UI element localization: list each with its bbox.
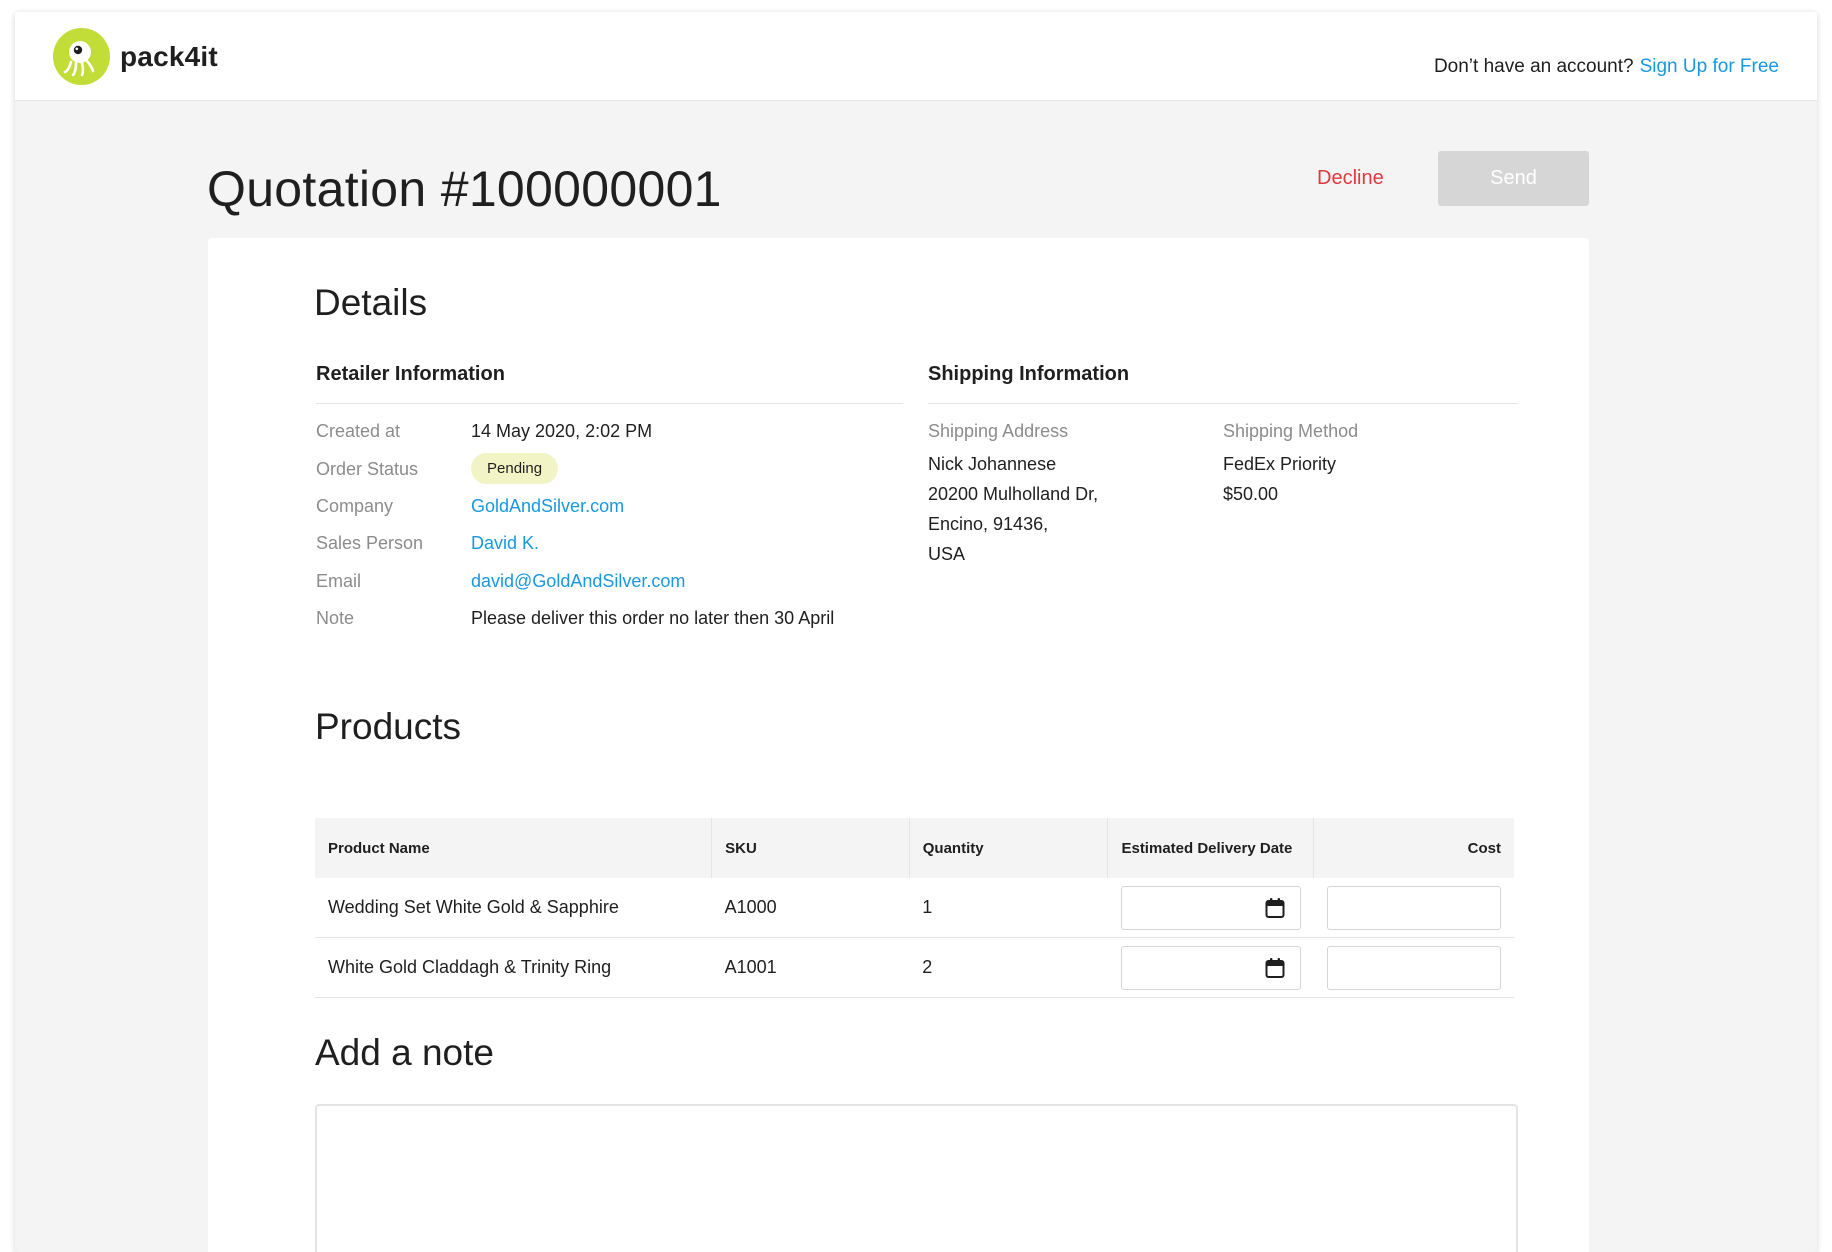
company-link[interactable]: GoldAndSilver.com	[471, 496, 624, 517]
send-button[interactable]: Send	[1438, 151, 1589, 206]
logo-text: pack4it	[120, 40, 218, 72]
table-row: Wedding Set White Gold & Sapphire A1000 …	[315, 878, 1514, 938]
table-header-row: Product Name SKU Quantity Estimated Deli…	[315, 818, 1514, 878]
shipping-method: FedEx Priority $50.00	[1223, 449, 1336, 509]
address-line: 20200 Mulholland Dr,	[928, 484, 1099, 504]
column-header-quantity: Quantity	[909, 818, 1109, 878]
app-window: pack4it Don’t have an account? Sign Up fo…	[15, 12, 1817, 1252]
product-name-cell: White Gold Claddagh & Trinity Ring	[315, 937, 712, 998]
sales-person-link[interactable]: David K.	[471, 533, 539, 554]
column-header-product-name: Product Name	[315, 818, 713, 878]
address-line: USA	[928, 544, 966, 564]
quantity-cell: 1	[909, 878, 1108, 938]
product-name-cell: Wedding Set White Gold & Sapphire	[315, 878, 712, 938]
sku-cell: A1001	[711, 937, 910, 998]
quantity-cell: 2	[909, 937, 1108, 998]
delivery-date-cell	[1107, 937, 1314, 998]
shipping-method-cost: $50.00	[1223, 484, 1279, 504]
note-textarea[interactable]	[315, 1104, 1518, 1252]
column-header-sku: SKU	[711, 818, 910, 878]
sales-person-label: Sales Person	[316, 533, 424, 553]
products-table: Product Name SKU Quantity Estimated Deli…	[315, 818, 1514, 998]
top-bar: pack4it Don’t have an account? Sign Up fo…	[15, 12, 1817, 101]
address-line: Encino, 91436,	[928, 514, 1049, 534]
shipping-method-label: Shipping Method	[1223, 421, 1359, 441]
shipping-method-value: FedEx Priority	[1223, 454, 1337, 474]
shipping-info-heading: Shipping Information	[928, 363, 1130, 385]
signup-link[interactable]: Sign Up for Free	[1640, 56, 1779, 77]
signup-prompt: Don’t have an account? Sign Up for Free	[1434, 56, 1779, 78]
decline-button[interactable]: Decline	[1317, 167, 1384, 190]
column-header-cost: Cost	[1313, 818, 1514, 878]
cost-cell	[1313, 878, 1514, 938]
note-value: Please deliver this order no later then …	[471, 608, 835, 628]
order-status-label: Order Status	[316, 459, 419, 479]
created-at-value: 14 May 2020, 2:02 PM	[471, 421, 653, 441]
delivery-date-input[interactable]	[1120, 945, 1301, 990]
octopus-logo-icon	[53, 28, 110, 85]
details-heading: Details	[314, 282, 428, 323]
company-label: Company	[316, 496, 394, 516]
sku-cell: A1000	[711, 878, 910, 938]
calendar-icon[interactable]	[1265, 897, 1285, 924]
retailer-divider	[316, 403, 903, 404]
cost-cell	[1313, 937, 1514, 998]
address-line: Nick Johannese	[928, 454, 1057, 474]
email-label: Email	[316, 571, 362, 591]
delivery-date-input[interactable]	[1120, 885, 1301, 930]
page-title: Quotation #100000001	[207, 161, 722, 217]
add-note-heading: Add a note	[315, 1032, 494, 1073]
cost-input[interactable]	[1327, 885, 1501, 930]
logo[interactable]: pack4it	[53, 28, 218, 85]
delivery-date-cell	[1107, 878, 1314, 938]
cost-input[interactable]	[1327, 945, 1501, 990]
shipping-address: Nick Johannese 20200 Mulholland Dr, Enci…	[928, 449, 1098, 569]
retailer-info-heading: Retailer Information	[316, 363, 505, 385]
quotation-card: Details Retailer Information Created at …	[208, 238, 1589, 1252]
status-badge: Pending	[471, 453, 559, 484]
email-link[interactable]: david@GoldAndSilver.com	[471, 571, 685, 592]
calendar-icon[interactable]	[1265, 957, 1285, 984]
column-header-delivery-date: Estimated Delivery Date	[1107, 818, 1315, 878]
products-heading: Products	[315, 706, 462, 747]
created-at-label: Created at	[316, 421, 401, 441]
note-label: Note	[316, 608, 355, 628]
signup-prompt-text: Don’t have an account?	[1433, 56, 1634, 77]
shipping-divider	[928, 403, 1518, 404]
shipping-address-label: Shipping Address	[928, 421, 1069, 441]
table-row: White Gold Claddagh & Trinity Ring A1001…	[315, 937, 1514, 998]
